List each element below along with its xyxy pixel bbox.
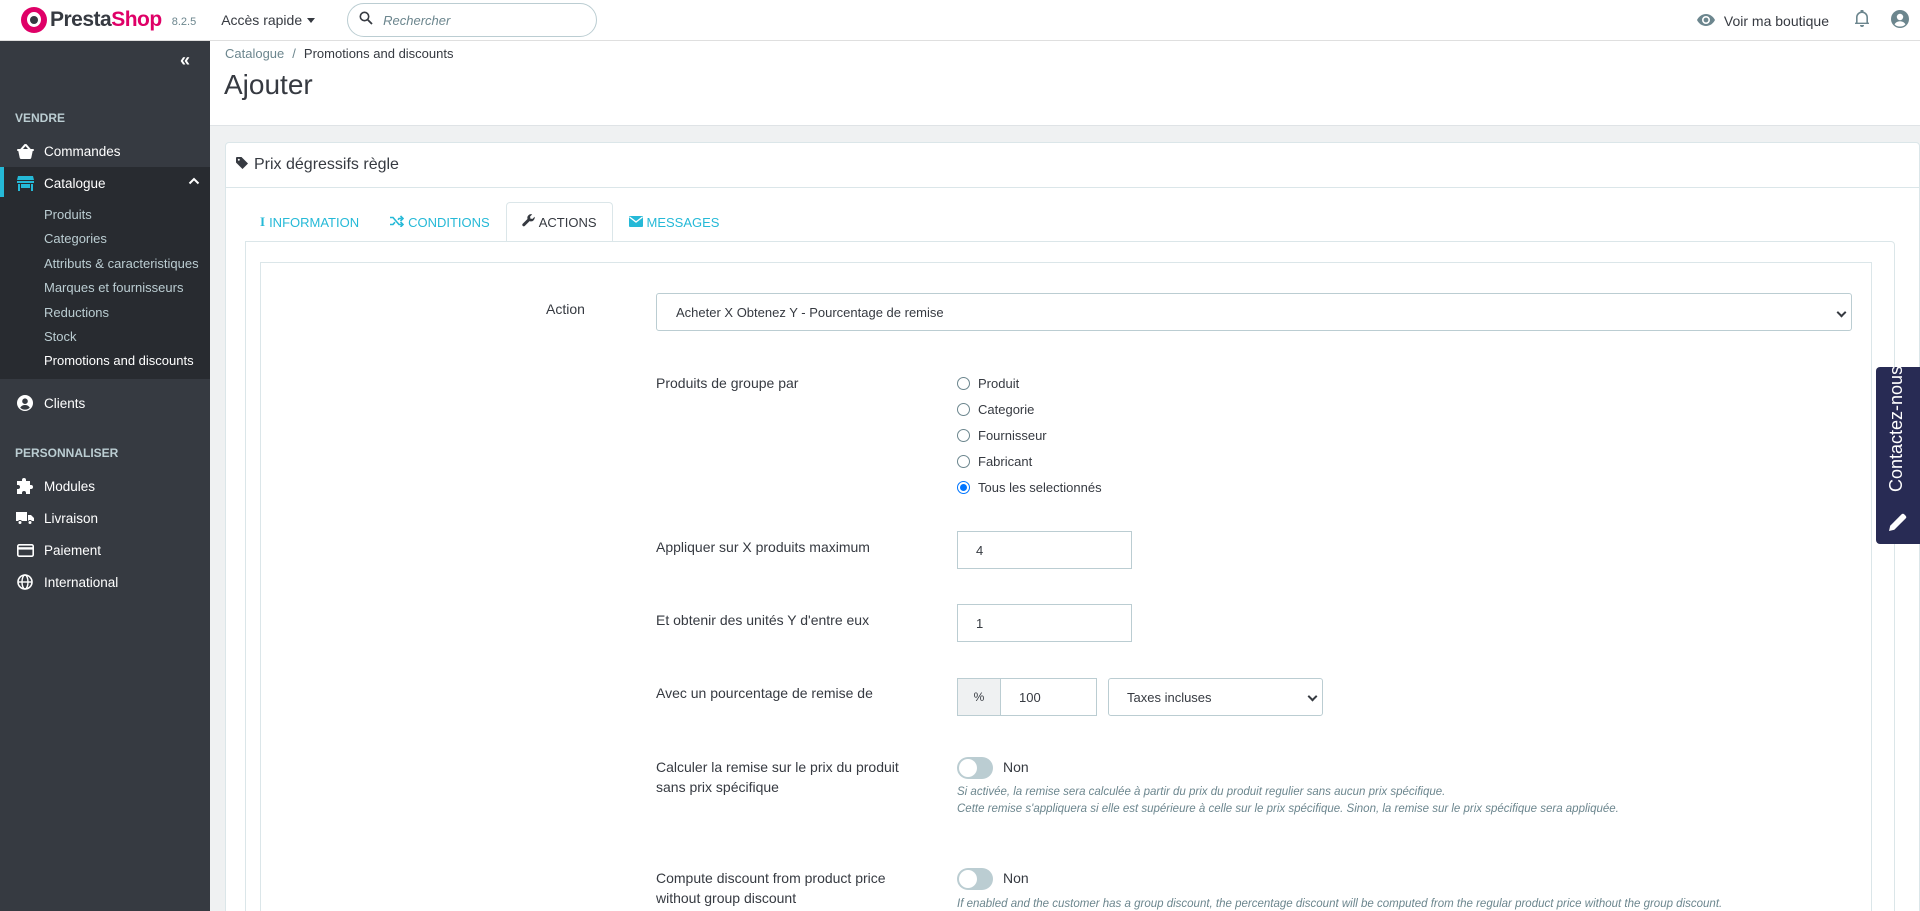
sidebar-section-sell: VENDRE [15, 111, 66, 125]
search-input[interactable] [383, 12, 574, 28]
percent-discount-label: Avec un pourcentage de remise de [656, 685, 873, 701]
sidebar: « VENDRE Commandes Catalogue Produits Ca… [0, 41, 210, 911]
chevron-down-icon [1307, 691, 1318, 702]
sidebar-item-international[interactable]: International [0, 566, 210, 598]
submenu-item-brands[interactable]: Marques et fournisseurs [44, 280, 183, 295]
tab-conditions[interactable]: CONDITIONS [375, 202, 505, 242]
breadcrumb: Catalogue / Promotions and discounts [225, 46, 454, 61]
truck-icon [16, 509, 34, 527]
version-label: 8.2.5 [171, 16, 197, 28]
radio-product[interactable]: Produit [957, 376, 1019, 391]
logo-text: PrestaShop [50, 8, 162, 31]
prestashop-logo-icon [21, 7, 47, 33]
radio-all-selected[interactable]: Tous les selectionnés [957, 480, 1102, 495]
submenu-item-categories[interactable]: Categories [44, 231, 107, 246]
page-header: Catalogue / Promotions and discounts Ajout… [210, 41, 1920, 126]
quick-access-dropdown[interactable]: Accès rapide [221, 12, 316, 28]
customer-icon [16, 394, 34, 412]
top-header: PrestaShop 8.2.5 Accès rapide Voir ma bo… [0, 0, 1920, 41]
chevron-down-icon [1836, 307, 1847, 318]
radio-supplier[interactable]: Fournisseur [957, 428, 1047, 443]
group-by-label: Produits de groupe par [656, 375, 799, 391]
search-box[interactable] [347, 3, 598, 37]
action-label: Action [546, 301, 585, 317]
sidebar-item-customers[interactable]: Clients [0, 387, 210, 419]
notifications-bell-icon[interactable] [1855, 9, 1869, 31]
submenu-item-stock[interactable]: Stock [44, 329, 77, 344]
radio-manufacturer[interactable]: Fabricant [957, 454, 1032, 469]
puzzle-icon [16, 477, 34, 495]
prestashop-logo[interactable]: PrestaShop 8.2.5 [21, 0, 196, 41]
submenu-item-attributes[interactable]: Attributs & caracteristiques [44, 256, 199, 271]
max-products-input[interactable]: 4 [957, 531, 1132, 569]
percent-addon: % [957, 678, 1001, 716]
collapse-sidebar-icon[interactable]: « [180, 50, 190, 71]
tax-select[interactable]: Taxes incluses [1108, 678, 1323, 716]
percent-input[interactable]: 100 [1000, 678, 1097, 716]
contact-us-label[interactable]: Contactez-nous [1886, 366, 1907, 492]
info-icon: i [260, 214, 266, 229]
breadcrumb-catalog-link[interactable]: Catalogue [225, 46, 284, 61]
eye-icon [1696, 13, 1715, 29]
sidebar-item-orders[interactable]: Commandes [0, 135, 210, 167]
group-discount-toggle[interactable] [957, 868, 993, 890]
store-icon [16, 174, 34, 192]
calc-help-text: Si activée, la remise sera calculée à pa… [957, 786, 1619, 815]
breadcrumb-current: Promotions and discounts [303, 46, 454, 61]
action-select[interactable]: Acheter X Obtenez Y - Pourcentage de rem… [656, 293, 1852, 331]
radio-category[interactable]: Categorie [957, 402, 1034, 417]
random-icon [390, 214, 405, 230]
envelope-icon [628, 215, 643, 230]
tag-icon [236, 156, 248, 174]
calc-without-specific-toggle[interactable] [957, 757, 993, 779]
tab-information[interactable]: i INFORMATION [245, 202, 374, 242]
page-title: Ajouter [224, 69, 313, 100]
caret-down-icon [307, 17, 316, 23]
panel-heading: Prix dégressifs règle [226, 143, 1919, 188]
sidebar-item-catalog[interactable]: Catalogue [0, 167, 210, 199]
submenu-item-promotions[interactable]: Promotions and discounts [44, 353, 194, 368]
view-shop-link[interactable]: Voir ma boutique [1696, 13, 1829, 29]
calc-without-specific-label: Calculer la remise sur le prix du produi… [656, 759, 899, 795]
sidebar-item-modules[interactable]: Modules [0, 470, 210, 502]
basket-icon [16, 142, 34, 160]
sidebar-item-payment[interactable]: Paiement [0, 534, 210, 566]
catalog-submenu: Produits Categories Attributs & caracter… [0, 197, 210, 379]
max-products-label: Appliquer sur X produits maximum [656, 539, 870, 555]
sidebar-item-shipping[interactable]: Livraison [0, 502, 210, 534]
units-input[interactable]: 1 [957, 604, 1132, 642]
group-discount-toggle-state: Non [1003, 870, 1029, 886]
rule-tabs: i INFORMATION CONDITIONS ACTIONS MESSAGE… [245, 202, 735, 242]
credit-card-icon [16, 541, 34, 559]
tab-actions[interactable]: ACTIONS [505, 202, 613, 242]
units-label: Et obtenir des unités Y d'entre eux [656, 612, 870, 628]
group-discount-help-text: If enabled and the customer has a group … [957, 898, 1723, 910]
user-account-icon[interactable] [1891, 9, 1909, 32]
globe-icon [16, 573, 34, 591]
search-icon [359, 11, 373, 29]
wrench-icon [522, 214, 535, 230]
submenu-item-products[interactable]: Produits [44, 207, 92, 222]
group-discount-label: Compute discount from product price with… [656, 870, 886, 906]
chevron-up-icon [188, 175, 200, 190]
sidebar-section-customize: PERSONNALISER [15, 446, 119, 460]
pencil-icon [1889, 513, 1907, 535]
tab-messages[interactable]: MESSAGES [614, 202, 735, 242]
calc-toggle-state: Non [1003, 759, 1029, 775]
submenu-item-discounts[interactable]: Reductions [44, 305, 109, 320]
